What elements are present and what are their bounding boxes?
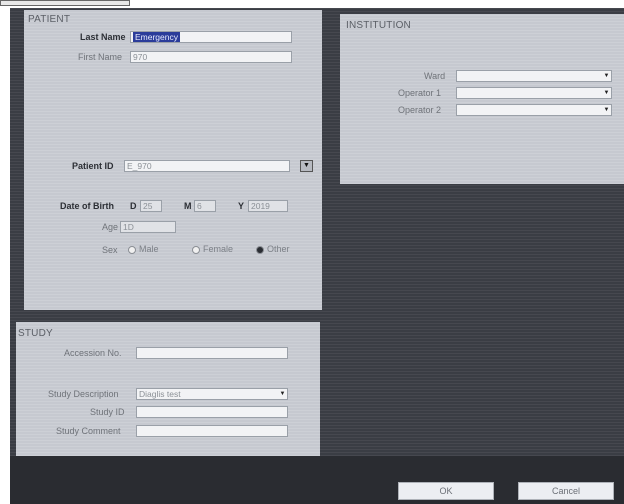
chevron-down-icon: ▼: [603, 107, 610, 113]
operator2-label: Operator 2: [398, 105, 442, 115]
patient-id-dropdown-button[interactable]: ▼: [300, 160, 313, 172]
accession-label: Accession No.: [64, 348, 122, 358]
window-title-strip: [0, 0, 130, 6]
patient-id-label: Patient ID: [72, 161, 114, 171]
dob-label: Date of Birth: [60, 201, 114, 211]
dob-year-label: Y: [238, 201, 245, 211]
radio-male-icon: [128, 245, 136, 254]
last-name-label: Last Name: [80, 32, 126, 42]
radio-other-icon: [256, 245, 264, 254]
dob-month-field[interactable]: 6: [194, 200, 216, 212]
operator1-label: Operator 1: [398, 88, 442, 98]
chevron-down-icon: ▼: [603, 73, 610, 79]
operator1-select[interactable]: ▼: [456, 87, 612, 99]
cancel-button[interactable]: Cancel: [518, 482, 614, 500]
first-name-field[interactable]: 970: [130, 51, 292, 63]
study-description-value: Diaglis test: [139, 389, 181, 399]
study-description-select[interactable]: Diaglis test ▼: [136, 388, 288, 400]
operator2-select[interactable]: ▼: [456, 104, 612, 116]
dob-day-label: D: [130, 201, 137, 211]
age-field: 1D: [120, 221, 176, 233]
radio-female-icon: [192, 245, 200, 254]
ok-button[interactable]: OK: [398, 482, 494, 500]
dob-month-label: M: [184, 201, 192, 211]
first-name-label: First Name: [78, 52, 123, 62]
study-id-label: Study ID: [90, 407, 125, 417]
dob-day-field[interactable]: 25: [140, 200, 162, 212]
sex-radio-female[interactable]: Female: [192, 244, 233, 254]
study-comment-field[interactable]: [136, 425, 288, 437]
sex-label: Sex: [102, 245, 118, 255]
patient-id-field[interactable]: E_970: [124, 160, 290, 172]
study-comment-label: Study Comment: [56, 426, 121, 436]
sex-radio-other[interactable]: Other: [256, 244, 290, 254]
sex-male-label: Male: [139, 244, 159, 254]
patient-panel: PATIENT Last Name Emergency First Name 9…: [24, 10, 322, 310]
study-panel: STUDY Accession No. Study Description Di…: [16, 322, 320, 456]
ward-select[interactable]: ▼: [456, 70, 612, 82]
last-name-field[interactable]: Emergency: [130, 31, 292, 43]
chevron-down-icon: ▼: [279, 391, 286, 397]
accession-field[interactable]: [136, 347, 288, 359]
last-name-value: Emergency: [133, 32, 180, 42]
sex-female-label: Female: [203, 244, 234, 254]
patient-section-title: PATIENT: [28, 14, 71, 25]
patient-registration-screen: PATIENT Last Name Emergency First Name 9…: [10, 8, 624, 504]
sex-other-label: Other: [267, 244, 290, 254]
study-description-label: Study Description: [48, 389, 119, 399]
study-id-field[interactable]: [136, 406, 288, 418]
institution-panel: INSTITUTION Ward ▼ Operator 1 ▼ Operator…: [340, 14, 624, 184]
age-label: Age: [102, 222, 119, 232]
chevron-down-icon: ▼: [603, 90, 610, 96]
institution-section-title: INSTITUTION: [346, 20, 411, 31]
study-section-title: STUDY: [18, 328, 53, 339]
sex-radio-male[interactable]: Male: [128, 244, 159, 254]
ward-label: Ward: [424, 71, 446, 81]
dob-year-field[interactable]: 2019: [248, 200, 288, 212]
